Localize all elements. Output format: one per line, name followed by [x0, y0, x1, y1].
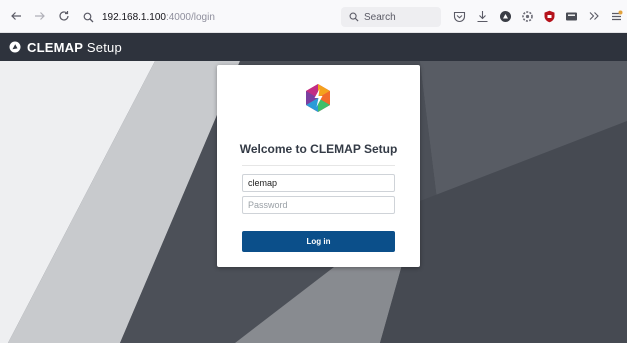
address-bar[interactable]: 192.168.1.100:4000/login — [80, 7, 332, 27]
ublock-icon[interactable] — [542, 9, 556, 23]
brand-name: CLEMAP — [27, 39, 84, 55]
search-box[interactable]: Search — [341, 7, 441, 27]
brand-subtitle: Setup — [86, 39, 122, 55]
search-icon — [80, 9, 96, 25]
app-title: CLEMAP Setup — [27, 40, 122, 55]
login-button[interactable]: Log in — [242, 231, 395, 252]
password-input[interactable] — [242, 196, 395, 214]
search-placeholder: Search — [364, 11, 396, 23]
extension-gear-icon[interactable] — [520, 9, 534, 23]
back-icon[interactable] — [8, 8, 24, 24]
login-card: Welcome to CLEMAP Setup Log in — [217, 65, 420, 267]
url-host: 192.168.1.100 — [102, 11, 166, 23]
username-input[interactable] — [242, 174, 395, 192]
url-text: 192.168.1.100:4000/login — [102, 12, 215, 23]
clemap-hexagon-logo-icon — [306, 84, 330, 112]
overflow-chevron-icon[interactable] — [587, 9, 601, 23]
extension-card-icon[interactable] — [564, 9, 578, 23]
welcome-title: Welcome to CLEMAP Setup — [239, 142, 398, 156]
download-icon[interactable] — [475, 9, 489, 23]
url-path: :4000/login — [165, 11, 215, 23]
reload-icon[interactable] — [56, 8, 72, 24]
extension-dark-icon[interactable] — [498, 9, 512, 23]
divider — [242, 165, 395, 166]
forward-icon[interactable] — [32, 8, 48, 24]
clemap-logo-icon — [9, 41, 21, 53]
app-header: CLEMAP Setup — [0, 33, 627, 61]
menu-icon[interactable] — [609, 9, 623, 23]
pocket-icon[interactable] — [452, 9, 466, 23]
browser-toolbar: 192.168.1.100:4000/login Search — [0, 0, 627, 33]
search-icon — [349, 12, 359, 22]
